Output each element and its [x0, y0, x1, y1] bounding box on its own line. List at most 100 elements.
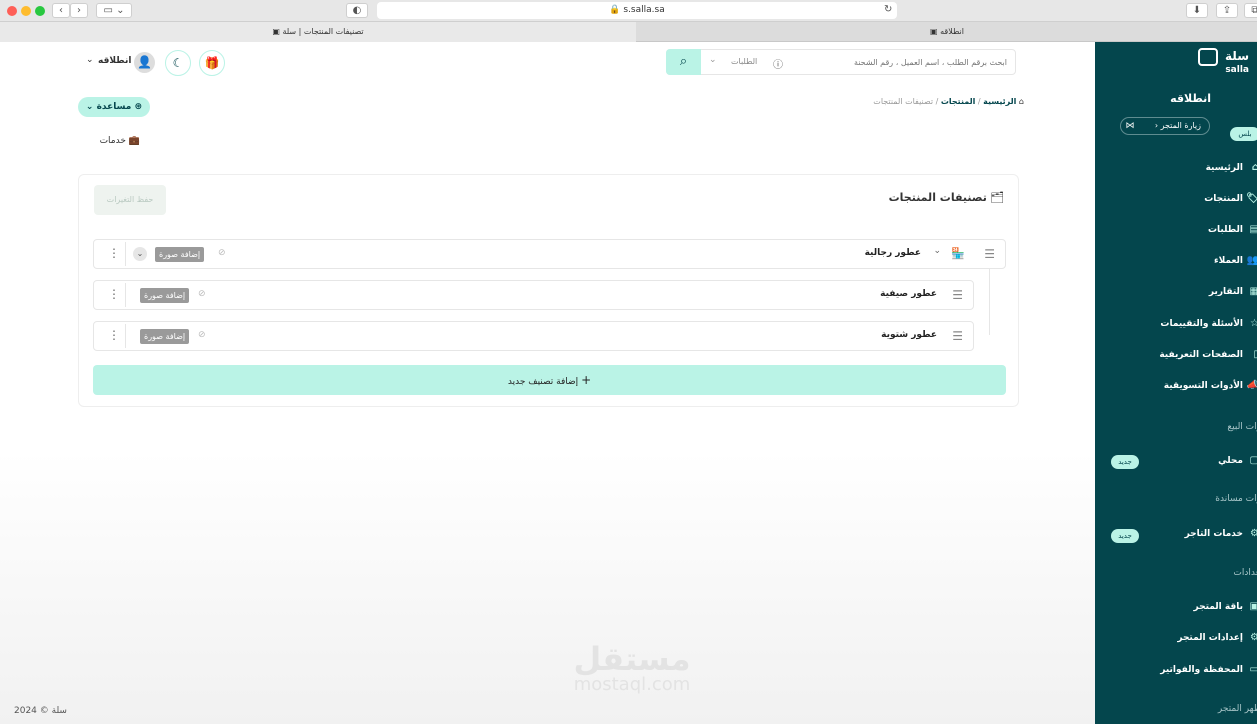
share-icon: ⋈: [1125, 121, 1135, 131]
orders-icon: ▤: [1249, 224, 1257, 235]
eye-off-icon[interactable]: ⊘: [198, 289, 206, 299]
sidebar-item-plan[interactable]: باقة المتجر ▣: [1194, 599, 1257, 615]
breadcrumb-products[interactable]: المنتجات: [941, 97, 975, 106]
sidebar-item-reviews[interactable]: الأسئلة والتقييمات ☆: [1160, 316, 1257, 332]
category-name[interactable]: عطور صيفية: [880, 289, 937, 299]
downloads-icon[interactable]: ⬇: [1186, 3, 1208, 18]
close-window-icon[interactable]: [7, 6, 17, 16]
app-shell: ⓘ الطلبات ⌄ ⌕ 🎁 ☾ 👤 انطلاقه ⌄ ⌂ الرئيسية…: [0, 42, 1257, 724]
eye-off-icon[interactable]: ⊘: [198, 330, 206, 340]
lifebuoy-icon: ⊛: [134, 102, 143, 112]
category-row: ☰ عطور صيفية ⊘ إضافة صورة ⋮: [93, 280, 974, 310]
save-button[interactable]: حفظ التغيرات: [94, 185, 166, 215]
browser-toolbar: ‹ › ▭ ⌄ ◐ 🔒 s.salla.sa ↻ ⬇ ⇪ ⧉: [0, 0, 1257, 22]
users-icon: 👥: [1246, 255, 1257, 266]
search-input[interactable]: [827, 55, 1007, 69]
more-options-icon[interactable]: ⋮: [108, 288, 120, 300]
category-name[interactable]: عطور شتوية: [881, 330, 937, 340]
sidebar-item-local[interactable]: محلي ▢: [1218, 453, 1257, 469]
shop-icon: ▢: [1249, 455, 1257, 466]
sidebar-item-store-settings[interactable]: إعدادات المتجر ⚙: [1177, 630, 1257, 646]
services-link[interactable]: 💼 خدمات: [90, 136, 140, 150]
card-header: 🗂 تصنيفات المنتجات: [889, 191, 1004, 204]
search-scope-select[interactable]: الطلبات: [731, 57, 757, 66]
sidebar-toggle-icon[interactable]: ▭ ⌄: [96, 3, 132, 18]
tab-favicon-icon: ▣: [929, 27, 941, 36]
briefcase-icon: 💼: [128, 136, 140, 146]
new-badge: جديد: [1111, 455, 1139, 469]
add-category-button[interactable]: + إضافة تصنيف جديد: [93, 365, 1006, 395]
category-row: ☰ 🏪 ⌄ عطور رجالية ⊘ إضافة صورة ⌄ ⋮: [93, 239, 1006, 269]
share-store-button[interactable]: ⋈: [1121, 118, 1139, 134]
user-name[interactable]: انطلاقه: [98, 56, 131, 66]
drag-handle-icon[interactable]: ☰: [952, 289, 963, 301]
tag-icon: 🏷: [1246, 193, 1257, 204]
sidebar-item-products[interactable]: المنتجات 🏷: [1204, 191, 1257, 207]
address-bar[interactable]: 🔒 s.salla.sa: [377, 2, 897, 19]
privacy-shield-icon[interactable]: ◐: [346, 3, 368, 18]
minimize-window-icon[interactable]: [21, 6, 31, 16]
add-image-button[interactable]: إضافة صورة: [140, 329, 190, 344]
store-icon[interactable]: 🏪: [951, 247, 965, 260]
url-text: s.salla.sa: [623, 5, 665, 15]
drag-handle-icon[interactable]: ☰: [952, 330, 963, 342]
chevron-down-icon: ⌄: [85, 102, 94, 112]
eye-off-icon[interactable]: ⊘: [218, 248, 226, 258]
info-icon: ⓘ: [773, 60, 783, 71]
sidebar-item-customers[interactable]: العملاء 👥: [1214, 253, 1257, 269]
back-icon[interactable]: ‹: [52, 3, 70, 18]
maximize-window-icon[interactable]: [35, 6, 45, 16]
tabs-overview-icon[interactable]: ⧉: [1244, 3, 1257, 18]
sidebar-section-look: ظهر المتجر: [1217, 704, 1257, 714]
sidebar-item-orders[interactable]: الطلبات ▤: [1208, 222, 1257, 238]
sidebar-item-wallet[interactable]: المحفظة والفواتير ▭: [1160, 662, 1257, 678]
sidebar-section-settings: عدادات: [1233, 568, 1257, 578]
search-box: ⓘ الطلبات ⌄: [666, 49, 1016, 75]
services-icon: ⚙: [1250, 528, 1257, 539]
footer-copyright: سلة © 2024: [14, 706, 67, 716]
chevron-down-icon[interactable]: ⌄: [933, 246, 941, 256]
search-button[interactable]: ⌕: [666, 49, 701, 75]
store-name: انطلاقه: [1170, 92, 1211, 105]
sidebar-item-home[interactable]: الرئيسية ⌂: [1206, 160, 1257, 176]
plus-icon: +: [581, 373, 592, 387]
category-name[interactable]: عطور رجالية: [865, 248, 921, 258]
drag-handle-icon[interactable]: ☰: [984, 248, 995, 260]
forward-icon[interactable]: ›: [70, 3, 88, 18]
sidebar-item-marketing[interactable]: الأدوات التسويقية 📣: [1164, 378, 1257, 394]
home-icon: ⌂: [1018, 97, 1024, 106]
sidebar-item-reports[interactable]: التقارير ▦: [1209, 284, 1257, 300]
gift-button[interactable]: 🎁: [199, 50, 225, 76]
lock-icon: 🔒: [609, 5, 621, 15]
sidebar-item-merchant-services[interactable]: خدمات التاجر ⚙: [1185, 526, 1257, 542]
reload-icon[interactable]: ↻: [884, 4, 892, 15]
tab-store[interactable]: ▣ انطلاقه: [637, 22, 1257, 42]
add-image-button[interactable]: إضافة صورة: [140, 288, 190, 303]
watermark-logo: مستقل mostaql.com: [573, 640, 691, 695]
dark-mode-button[interactable]: ☾: [165, 50, 191, 76]
new-badge: جديد: [1111, 529, 1139, 543]
more-options-icon[interactable]: ⋮: [108, 247, 120, 259]
category-row: ☰ عطور شتوية ⊘ إضافة صورة ⋮: [93, 321, 974, 351]
expand-toggle-icon[interactable]: ⌄: [133, 247, 147, 261]
package-icon: ▣: [1249, 601, 1257, 612]
wallet-icon: ▭: [1249, 664, 1257, 675]
more-options-icon[interactable]: ⋮: [108, 329, 120, 341]
tab-product-categories[interactable]: ▣ تصنيفات المنتجات | سلة: [0, 22, 636, 42]
chevron-left-icon: ‹: [1154, 121, 1159, 130]
help-button[interactable]: ⊛ مساعدة ⌄: [78, 97, 150, 117]
breadcrumb-home[interactable]: الرئيسية: [983, 97, 1016, 106]
plan-badge: بلس: [1230, 127, 1257, 141]
chart-icon: ▦: [1249, 286, 1257, 297]
moon-icon: ☾: [172, 56, 184, 70]
sidebar: سلة salla انطلاقه زيارة المتجر ‹ ⋈ بلس ا…: [1095, 42, 1257, 724]
sidebar-item-pages[interactable]: الصفحات التعريفية ▯: [1159, 347, 1257, 363]
main-content: ⓘ الطلبات ⌄ ⌕ 🎁 ☾ 👤 انطلاقه ⌄ ⌂ الرئيسية…: [0, 42, 1095, 724]
add-image-button[interactable]: إضافة صورة: [155, 247, 205, 262]
avatar[interactable]: 👤: [134, 52, 155, 73]
gift-icon: 🎁: [204, 56, 220, 70]
brand-logo[interactable]: سلة salla: [1197, 48, 1249, 75]
share-icon[interactable]: ⇪: [1216, 3, 1238, 18]
chevron-down-icon[interactable]: ⌄: [86, 55, 94, 65]
star-icon: ☆: [1250, 318, 1257, 329]
